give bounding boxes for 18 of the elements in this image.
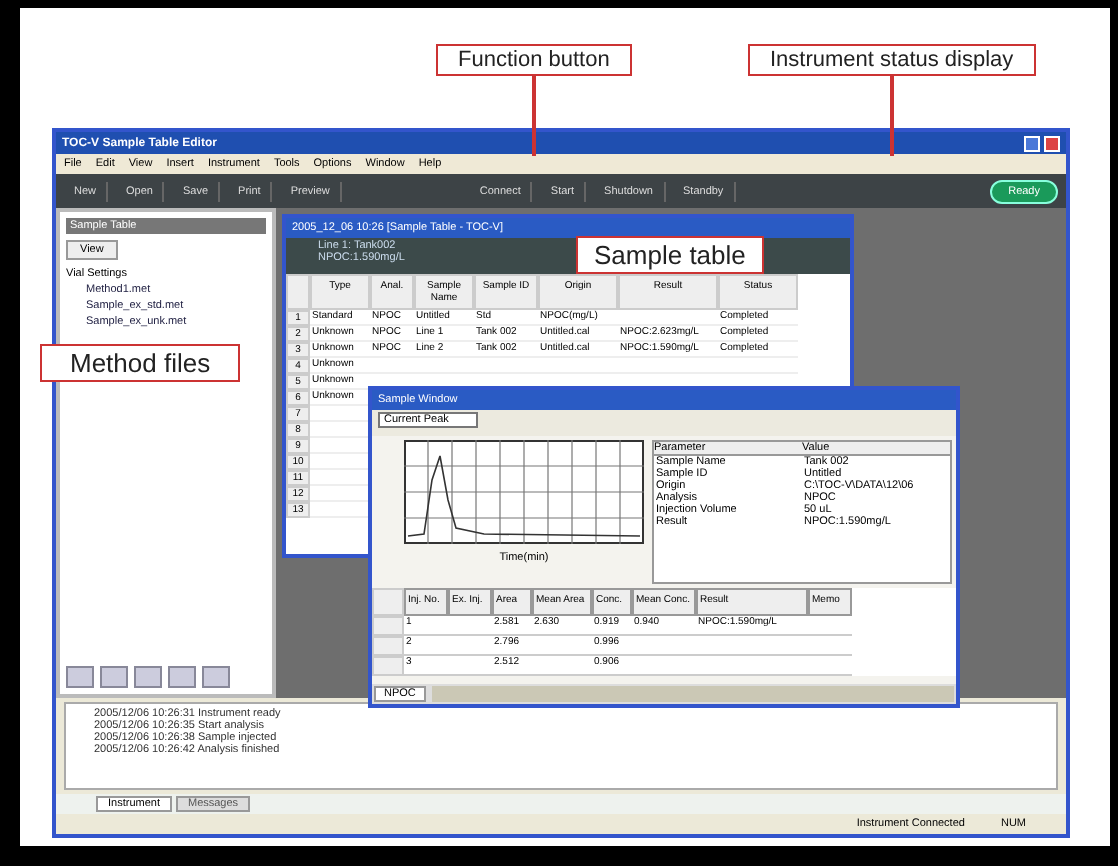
panel-tab-icon[interactable] <box>134 666 162 688</box>
leader-line <box>532 76 536 156</box>
leader-line <box>890 76 894 156</box>
close-button[interactable] <box>1044 135 1060 151</box>
panel-tab-icon[interactable] <box>168 666 196 688</box>
row-header[interactable] <box>372 616 404 636</box>
panel-tab-icon[interactable] <box>66 666 94 688</box>
row-header[interactable] <box>372 656 404 676</box>
annotation-label: Instrument status display <box>748 44 1036 76</box>
horizontal-scrollbar[interactable] <box>431 686 954 702</box>
corner-cell <box>286 274 310 310</box>
annotation-label: Function button <box>436 44 632 76</box>
panel-tab-icon[interactable] <box>202 666 230 688</box>
panel-tab-icon[interactable] <box>100 666 128 688</box>
annotation-label: Sample table <box>576 236 764 274</box>
annotation-label: Method files <box>40 344 241 382</box>
row-header[interactable] <box>372 636 404 656</box>
restore-button[interactable] <box>1024 135 1040 151</box>
